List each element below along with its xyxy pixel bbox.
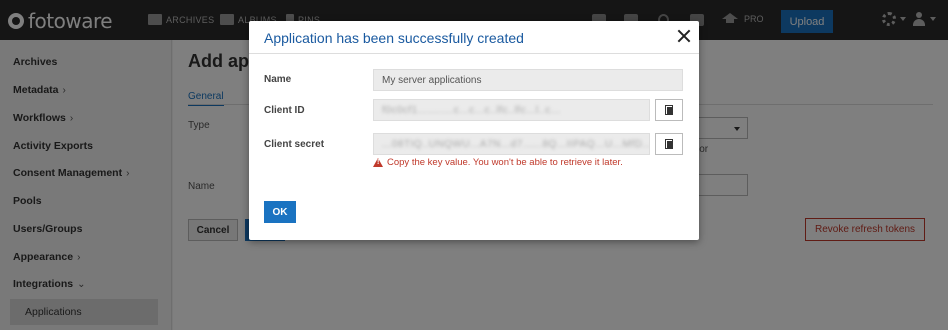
client-secret-value: ...08TIQ..UNQWU...A7N...d7......8Q...IIP…	[382, 138, 650, 150]
copy-client-secret-button[interactable]	[655, 133, 683, 155]
dialog-divider	[249, 53, 699, 54]
client-secret-label: Client secret	[264, 139, 325, 150]
copy-icon	[665, 139, 673, 149]
client-id-label: Client ID	[264, 105, 305, 116]
client-id-value: f0c0cf1...........c...c...c..lfc..lfc...…	[382, 104, 561, 116]
close-icon[interactable]	[677, 29, 691, 43]
success-dialog: Application has been successfully create…	[249, 21, 699, 240]
copy-warning: Copy the key value. You won't be able to…	[373, 157, 623, 168]
name-label: Name	[264, 74, 292, 85]
warning-text: Copy the key value. You won't be able to…	[387, 157, 623, 168]
copy-icon	[665, 105, 673, 115]
ok-button[interactable]: OK	[264, 201, 296, 223]
warning-icon	[373, 158, 383, 167]
client-id-field[interactable]: f0c0cf1...........c...c...c..lfc..lfc...…	[373, 99, 650, 121]
dialog-title: Application has been successfully create…	[264, 30, 524, 46]
name-field[interactable]: My server applications	[373, 69, 683, 91]
copy-client-id-button[interactable]	[655, 99, 683, 121]
name-value: My server applications	[382, 74, 482, 86]
client-secret-field[interactable]: ...08TIQ..UNQWU...A7N...d7......8Q...IIP…	[373, 133, 650, 155]
